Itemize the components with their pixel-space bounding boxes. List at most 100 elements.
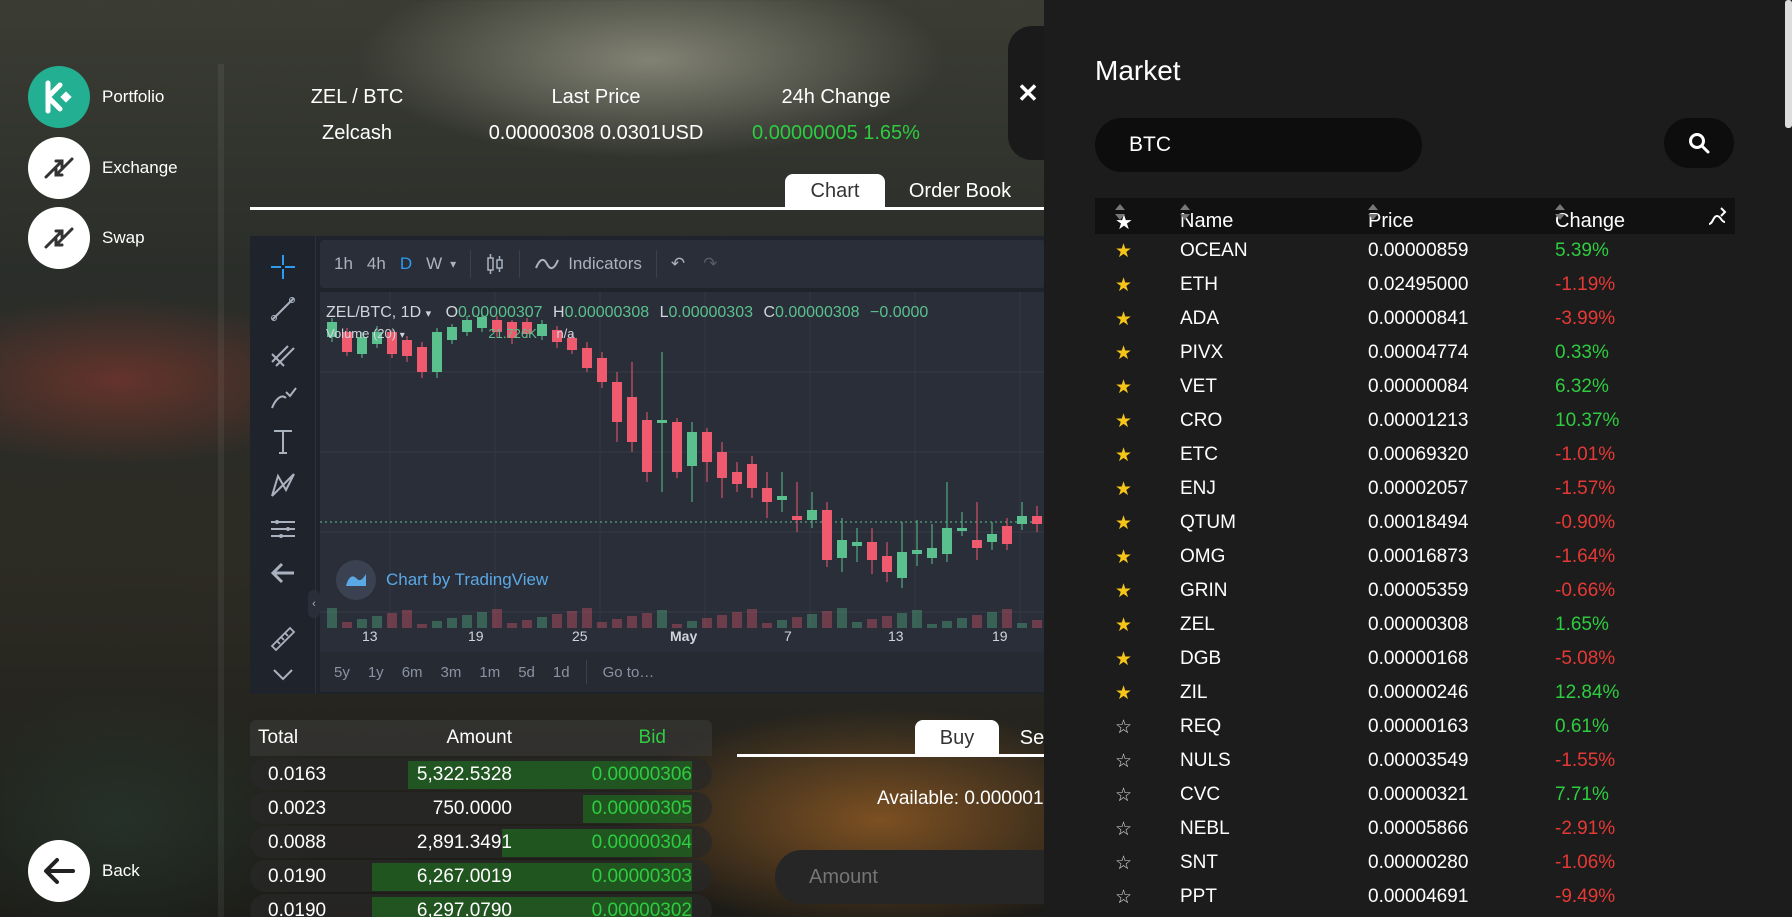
star-outline-icon[interactable]: ☆ bbox=[1115, 818, 1132, 841]
range-3m[interactable]: 3m bbox=[441, 664, 462, 681]
interval-d[interactable]: D bbox=[400, 254, 412, 274]
range-1d[interactable]: 1d bbox=[553, 664, 570, 681]
crosshair-icon[interactable] bbox=[268, 252, 298, 282]
market-row[interactable]: ★ ZIL 0.00000246 12.84% bbox=[1095, 676, 1735, 710]
magnet-icon[interactable] bbox=[268, 660, 298, 690]
market-search-input[interactable] bbox=[1095, 118, 1422, 172]
market-row[interactable]: ★ ENJ 0.00002057 -1.57% bbox=[1095, 472, 1735, 506]
goto-button[interactable]: Go to… bbox=[603, 664, 655, 681]
indicators-button[interactable]: Indicators bbox=[568, 254, 642, 274]
order-book-row[interactable]: 0.0190 6,267.0019 0.00000303 bbox=[250, 860, 712, 892]
market-row[interactable]: ★ DGB 0.00000168 -5.08% bbox=[1095, 642, 1735, 676]
star-filled-icon[interactable]: ★ bbox=[1115, 580, 1132, 603]
star-filled-icon[interactable]: ★ bbox=[1115, 444, 1132, 467]
candle-style-icon[interactable] bbox=[485, 252, 505, 276]
range-1m[interactable]: 1m bbox=[479, 664, 500, 681]
undo-icon[interactable]: ↶ bbox=[671, 254, 685, 274]
star-outline-icon[interactable]: ☆ bbox=[1115, 886, 1132, 909]
star-filled-icon[interactable]: ★ bbox=[1115, 342, 1132, 365]
star-filled-icon[interactable]: ★ bbox=[1115, 308, 1132, 331]
redo-icon[interactable]: ↷ bbox=[703, 254, 717, 274]
search-button[interactable] bbox=[1664, 118, 1734, 168]
order-book-row[interactable]: 0.0023 750.0000 0.00000305 bbox=[250, 792, 712, 824]
star-filled-icon[interactable]: ★ bbox=[1115, 614, 1132, 637]
market-row[interactable]: ★ OCEAN 0.00000859 5.39% bbox=[1095, 234, 1735, 268]
order-book-row[interactable]: 0.0190 6,297.0790 0.00000302 bbox=[250, 894, 712, 917]
sort-favorites[interactable]: ★ bbox=[1115, 204, 1133, 234]
text-tool-icon[interactable] bbox=[268, 426, 298, 456]
range-5y[interactable]: 5y bbox=[334, 664, 350, 681]
tab-chart[interactable]: Chart bbox=[785, 174, 885, 208]
star-outline-icon[interactable]: ☆ bbox=[1115, 716, 1132, 739]
collapse-toolbar-icon[interactable]: ‹ bbox=[308, 590, 320, 618]
order-book-row[interactable]: 0.0088 2,891.3491 0.00000304 bbox=[250, 826, 712, 858]
trend-line-icon[interactable] bbox=[268, 294, 298, 324]
back-arrow-tool-icon[interactable] bbox=[268, 558, 298, 588]
market-row[interactable]: ★ CRO 0.00001213 10.37% bbox=[1095, 404, 1735, 438]
ruler-icon[interactable] bbox=[268, 624, 298, 654]
volume-dropdown-icon[interactable]: ▾ bbox=[400, 330, 405, 341]
market-row[interactable]: ☆ REQ 0.00000163 0.61% bbox=[1095, 710, 1735, 744]
star-filled-icon[interactable]: ★ bbox=[1115, 274, 1132, 297]
star-outline-icon[interactable]: ☆ bbox=[1115, 852, 1132, 875]
pitchfork-icon[interactable] bbox=[268, 338, 298, 368]
star-filled-icon[interactable]: ★ bbox=[1115, 478, 1132, 501]
volume-na: n/a bbox=[556, 326, 575, 341]
sort-name[interactable]: Name bbox=[1180, 204, 1233, 232]
market-row[interactable]: ☆ PPT 0.00004691 -9.49% bbox=[1095, 880, 1735, 914]
amount-input[interactable] bbox=[775, 850, 1075, 904]
interval-dropdown-icon[interactable]: ▾ bbox=[450, 257, 456, 271]
market-row[interactable]: ★ ZEL 0.00000308 1.65% bbox=[1095, 608, 1735, 642]
symbol-dropdown-icon[interactable]: ▾ bbox=[426, 308, 432, 320]
market-row[interactable]: ★ VET 0.00000084 6.32% bbox=[1095, 370, 1735, 404]
star-filled-icon[interactable]: ★ bbox=[1115, 240, 1132, 263]
market-price: 0.00000841 bbox=[1368, 308, 1469, 329]
market-row[interactable]: ★ PIVX 0.00004774 0.33% bbox=[1095, 336, 1735, 370]
market-row[interactable]: ☆ NEBL 0.00005866 -2.91% bbox=[1095, 812, 1735, 846]
pattern-icon[interactable] bbox=[268, 470, 298, 500]
volume-bar bbox=[717, 615, 727, 628]
symbol-label[interactable]: ZEL/BTC, 1D bbox=[326, 304, 421, 321]
star-filled-icon[interactable]: ★ bbox=[1115, 410, 1132, 433]
brush-icon[interactable] bbox=[268, 382, 298, 412]
market-row[interactable]: ☆ SNT 0.00000280 -1.06% bbox=[1095, 846, 1735, 880]
order-book-row[interactable]: 0.0163 5,322.5328 0.00000306 bbox=[250, 758, 712, 790]
market-row[interactable]: ★ ADA 0.00000841 -3.99% bbox=[1095, 302, 1735, 336]
sort-price[interactable]: Price bbox=[1368, 204, 1414, 232]
tab-order-book[interactable]: Order Book bbox=[895, 174, 1025, 208]
market-row[interactable]: ★ QTUM 0.00018494 -0.90% bbox=[1095, 506, 1735, 540]
sort-change[interactable]: Change bbox=[1555, 204, 1625, 232]
star-filled-icon[interactable]: ★ bbox=[1115, 546, 1132, 569]
indicators-icon[interactable] bbox=[534, 256, 560, 272]
market-row[interactable]: ★ ETC 0.00069320 -1.01% bbox=[1095, 438, 1735, 472]
star-outline-icon[interactable]: ☆ bbox=[1115, 750, 1132, 773]
measure-lines-icon[interactable] bbox=[268, 514, 298, 544]
market-row[interactable]: ★ ETH 0.02495000 -1.19% bbox=[1095, 268, 1735, 302]
nav-swap[interactable]: Swap bbox=[28, 207, 145, 269]
nav-back[interactable]: Back bbox=[28, 840, 140, 902]
star-filled-icon[interactable]: ★ bbox=[1115, 648, 1132, 671]
tradingview-watermark[interactable]: Chart by TradingView bbox=[336, 560, 548, 600]
range-6m[interactable]: 6m bbox=[402, 664, 423, 681]
market-change: -1.55% bbox=[1555, 750, 1616, 771]
star-filled-icon[interactable]: ★ bbox=[1115, 682, 1132, 705]
interval-4h[interactable]: 4h bbox=[367, 254, 386, 274]
market-scrollbar[interactable] bbox=[1785, 0, 1792, 128]
interval-1h[interactable]: 1h bbox=[334, 254, 353, 274]
chart-toggle-icon[interactable] bbox=[1707, 206, 1727, 226]
range-5d[interactable]: 5d bbox=[518, 664, 535, 681]
market-price: 0.00016873 bbox=[1368, 546, 1469, 567]
market-row[interactable]: ☆ CVC 0.00000321 7.71% bbox=[1095, 778, 1735, 812]
market-row[interactable]: ★ GRIN 0.00005359 -0.66% bbox=[1095, 574, 1735, 608]
star-outline-icon[interactable]: ☆ bbox=[1115, 784, 1132, 807]
range-1y[interactable]: 1y bbox=[368, 664, 384, 681]
interval-w[interactable]: W bbox=[426, 254, 442, 274]
market-row[interactable]: ☆ NULS 0.00003549 -1.55% bbox=[1095, 744, 1735, 778]
star-filled-icon[interactable]: ★ bbox=[1115, 512, 1132, 535]
nav-portfolio[interactable]: Portfolio bbox=[28, 66, 164, 128]
chart-plot-area[interactable]: ZEL/BTC, 1D ▾ O0.00000307 H0.00000308 L0… bbox=[320, 292, 1045, 652]
market-row[interactable]: ★ OMG 0.00016873 -1.64% bbox=[1095, 540, 1735, 574]
nav-exchange[interactable]: Exchange bbox=[28, 137, 178, 199]
star-filled-icon[interactable]: ★ bbox=[1115, 376, 1132, 399]
tab-buy[interactable]: Buy bbox=[915, 720, 999, 756]
